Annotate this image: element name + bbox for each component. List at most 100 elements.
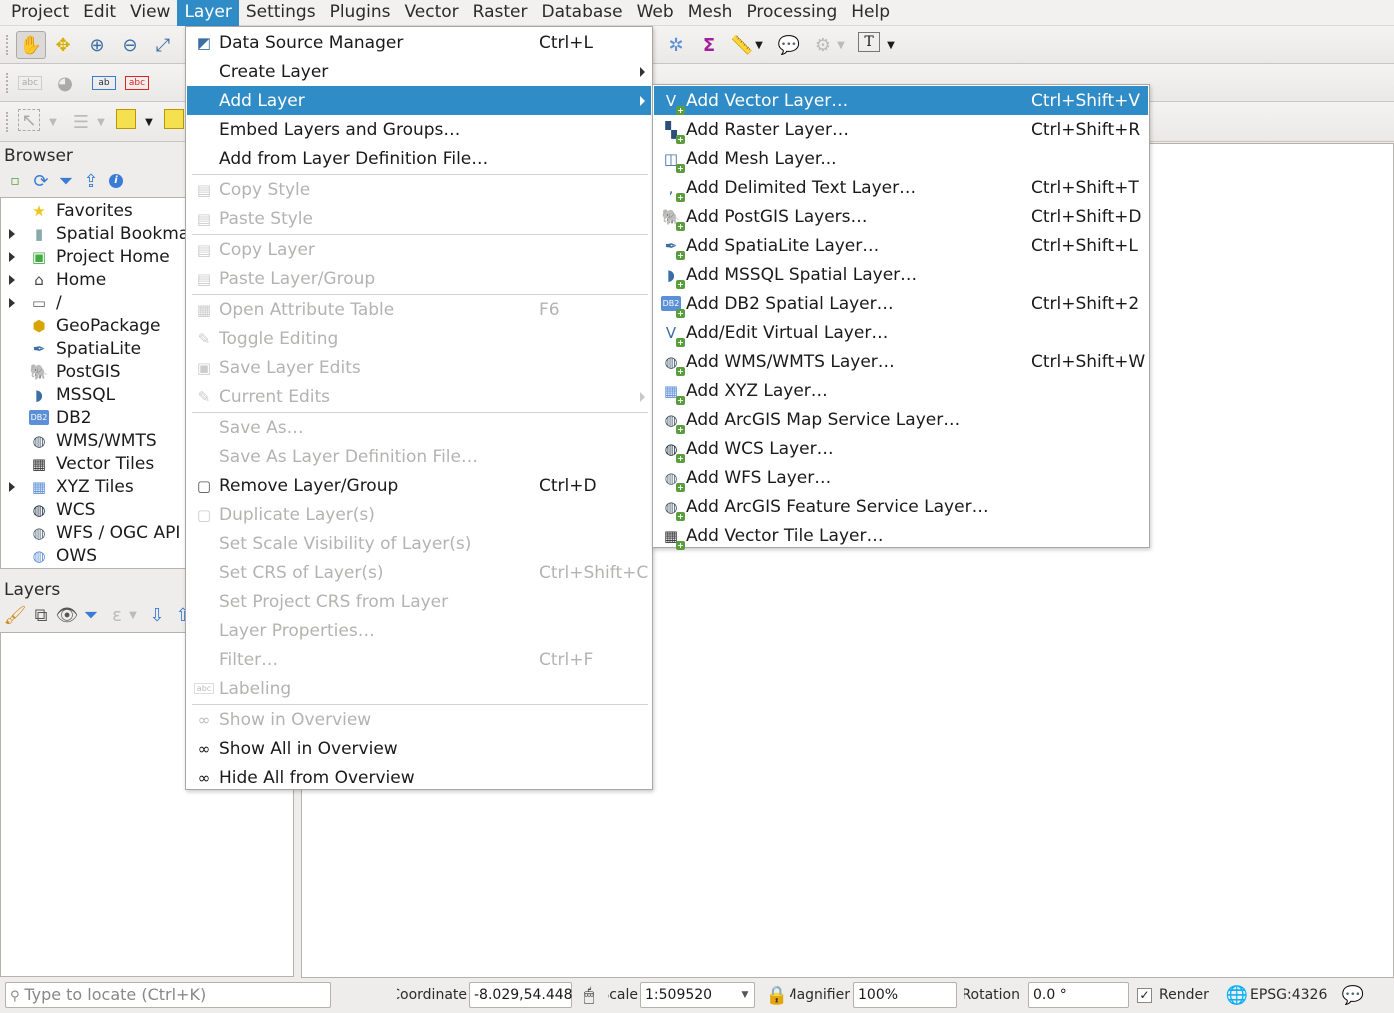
layer-menu-item[interactable]: Add from Layer Definition File… xyxy=(187,144,651,173)
mouse-coordinate-toggle-icon[interactable]: 🖱 xyxy=(576,982,602,1008)
menu-edit[interactable]: Edit xyxy=(76,0,123,26)
chevron-down-icon[interactable]: ▼ xyxy=(94,109,108,135)
menu-project[interactable]: Project xyxy=(4,0,76,26)
chevron-down-icon[interactable]: ▼ xyxy=(142,109,156,135)
menu-view[interactable]: View xyxy=(123,0,177,26)
rotation-spinbox[interactable]: 0.0 ° xyxy=(1028,982,1129,1008)
expand-arrow-icon[interactable] xyxy=(9,481,15,492)
lock-scale-icon[interactable]: 🔒 xyxy=(764,982,790,1008)
zoom-out-icon[interactable]: ⊖ xyxy=(117,32,143,58)
add-layer-menu-item[interactable]: ▚ + Add Raster Layer… Ctrl+Shift+R xyxy=(654,115,1148,144)
select-location-icon[interactable] xyxy=(164,109,184,129)
add-layer-menu-item[interactable]: ◫ + Add Mesh Layer... xyxy=(654,144,1148,173)
toolbar-grip[interactable] xyxy=(6,35,10,55)
chevron-down-icon[interactable]: ▼ xyxy=(834,32,848,58)
settings-gear-icon[interactable]: ✲ xyxy=(663,32,689,58)
add-layer-menu-item[interactable]: ▦ + Add Vector Tile Layer… xyxy=(654,521,1148,550)
layer-menu-item[interactable]: ∞ Hide All from Overview xyxy=(187,763,651,792)
chevron-down-icon[interactable]: ▼ xyxy=(752,32,766,58)
layer-menu-item[interactable]: Add Layer xyxy=(187,86,651,115)
style-manager-icon[interactable]: 🖌 xyxy=(4,604,27,626)
magnifier-spinbox[interactable]: 100% xyxy=(853,982,957,1008)
label-pin-icon[interactable]: ab xyxy=(92,76,116,90)
locator-search-input[interactable]: ⚲ Type to locate (Ctrl+K) xyxy=(5,982,331,1008)
render-checkbox[interactable]: ✓ xyxy=(1137,988,1152,1003)
add-layer-menu-item[interactable]: ◍ + Add ArcGIS Map Service Layer… xyxy=(654,405,1148,434)
layer-menu-item: ▣ Save Layer Edits xyxy=(187,353,651,382)
menu-mesh[interactable]: Mesh xyxy=(681,0,740,26)
menu-item-label: Paste Style xyxy=(219,208,313,229)
diagram-icon[interactable]: ◕ xyxy=(52,70,78,96)
add-layer-menu-item[interactable]: ▦ + Add XYZ Layer… xyxy=(654,376,1148,405)
layer-menu-item[interactable]: Embed Layers and Groups… xyxy=(187,115,651,144)
menu-vector[interactable]: Vector xyxy=(397,0,465,26)
expand-all-icon[interactable]: ⇩ xyxy=(146,604,168,626)
manage-visibility-icon[interactable]: 👁 xyxy=(56,604,79,626)
add-layer-menu-item[interactable]: ◍ + Add WMS/WMTS Layer… Ctrl+Shift+W xyxy=(654,347,1148,376)
filter-icon[interactable]: ⏷ xyxy=(55,170,77,192)
add-layer-menu-item[interactable]: ◍ + Add ArcGIS Feature Service Layer… xyxy=(654,492,1148,521)
select-features-icon[interactable]: ↖ xyxy=(18,109,40,131)
add-layer-menu-item[interactable]: ◍ + Add WCS Layer… xyxy=(654,434,1148,463)
attribute-table-icon[interactable]: ☰ xyxy=(68,109,94,135)
layer-menu-item[interactable]: Create Layer xyxy=(187,57,651,86)
add-layer-menu-item[interactable]: DB2 + Add DB2 Spatial Layer… Ctrl+Shift+2 xyxy=(654,289,1148,318)
add-layer-menu-item[interactable]: 🐘 + Add PostGIS Layers… Ctrl+Shift+D xyxy=(654,202,1148,231)
info-icon[interactable]: i xyxy=(105,170,127,192)
refresh-icon[interactable]: ⟳ xyxy=(30,170,52,192)
menu-database[interactable]: Database xyxy=(534,0,629,26)
label-abc-icon[interactable]: abc xyxy=(18,76,42,90)
expand-arrow-icon[interactable] xyxy=(9,274,15,285)
add-layer-menu-item[interactable]: ◍ + Add WFS Layer… xyxy=(654,463,1148,492)
render-label: Render xyxy=(1159,987,1209,1003)
identify-icon[interactable]: ⚙ xyxy=(810,32,836,58)
crs-button[interactable]: EPSG:4326 xyxy=(1250,987,1327,1003)
chevron-down-icon[interactable]: ▼ xyxy=(735,983,755,1007)
add-layer-menu-item[interactable]: ◗ + Add MSSQL Spatial Layer… xyxy=(654,260,1148,289)
label-red-icon[interactable]: abc xyxy=(125,76,149,90)
add-layer-menu-item[interactable]: V + Add Vector Layer… Ctrl+Shift+V xyxy=(654,86,1148,115)
chevron-down-icon[interactable]: ▼ xyxy=(126,604,140,626)
add-layer-menu-item[interactable]: ✒ + Add SpatiaLite Layer… Ctrl+Shift+L xyxy=(654,231,1148,260)
menu-plugins[interactable]: Plugins xyxy=(323,0,398,26)
filter-expression-icon[interactable]: ε xyxy=(106,604,128,626)
browser-item-label: SpatiaLite xyxy=(56,338,142,359)
coordinate-field[interactable]: -8.029,54.448 xyxy=(469,982,573,1008)
delimited-text-icon: , + xyxy=(668,178,685,202)
layer-menu-item[interactable]: ∞ Show All in Overview xyxy=(187,734,651,763)
zoom-in-icon[interactable]: ⊕ xyxy=(84,32,110,58)
zoom-full-icon[interactable]: ⤢ xyxy=(150,32,176,58)
chevron-down-icon[interactable]: ▼ xyxy=(46,109,60,135)
messages-icon[interactable]: 💬 xyxy=(1340,982,1366,1008)
add-layer-menu-item[interactable]: , + Add Delimited Text Layer… Ctrl+Shift+T xyxy=(654,173,1148,202)
text-annotation-icon[interactable]: T xyxy=(858,32,880,52)
add-group-icon[interactable]: ⧉ xyxy=(30,604,52,626)
expand-arrow-icon[interactable] xyxy=(9,297,15,308)
toolbar-grip[interactable] xyxy=(6,112,10,132)
statistics-sigma-icon[interactable]: Σ xyxy=(696,32,722,58)
pan-icon[interactable]: ✋ xyxy=(16,31,46,59)
add-layer-menu-item[interactable]: V + Add/Edit Virtual Layer… xyxy=(654,318,1148,347)
deselect-icon[interactable] xyxy=(116,109,136,129)
add-selected-layers-icon[interactable]: ▫ xyxy=(4,170,26,192)
crs-globe-icon[interactable]: 🌐 xyxy=(1224,982,1250,1008)
layer-menu-item[interactable]: ▢ Remove Layer/Group Ctrl+D xyxy=(187,471,651,500)
layer-menu-item[interactable]: ◩ Data Source Manager Ctrl+L xyxy=(187,28,651,57)
postgis-icon: 🐘 + xyxy=(661,207,685,231)
pan-to-selection-icon[interactable]: ✥ xyxy=(50,32,76,58)
annotation-icon[interactable]: 💬 xyxy=(776,32,802,58)
expand-arrow-icon[interactable] xyxy=(9,251,15,262)
menu-processing[interactable]: Processing xyxy=(739,0,844,26)
menu-web[interactable]: Web xyxy=(630,0,681,26)
chevron-down-icon[interactable]: ▼ xyxy=(884,32,898,58)
menu-layer[interactable]: Layer xyxy=(177,0,239,26)
menu-help[interactable]: Help xyxy=(844,0,897,26)
menu-settings[interactable]: Settings xyxy=(239,0,323,26)
expand-arrow-icon[interactable] xyxy=(9,228,15,239)
browser-item-label: / xyxy=(56,292,62,313)
menu-item-label: Set Scale Visibility of Layer(s) xyxy=(219,533,472,554)
menu-raster[interactable]: Raster xyxy=(466,0,535,26)
collapse-all-icon[interactable]: ⇪ xyxy=(80,170,102,192)
toolbar-grip[interactable] xyxy=(6,73,10,93)
filter-legend-icon[interactable]: ⏷ xyxy=(80,604,102,626)
